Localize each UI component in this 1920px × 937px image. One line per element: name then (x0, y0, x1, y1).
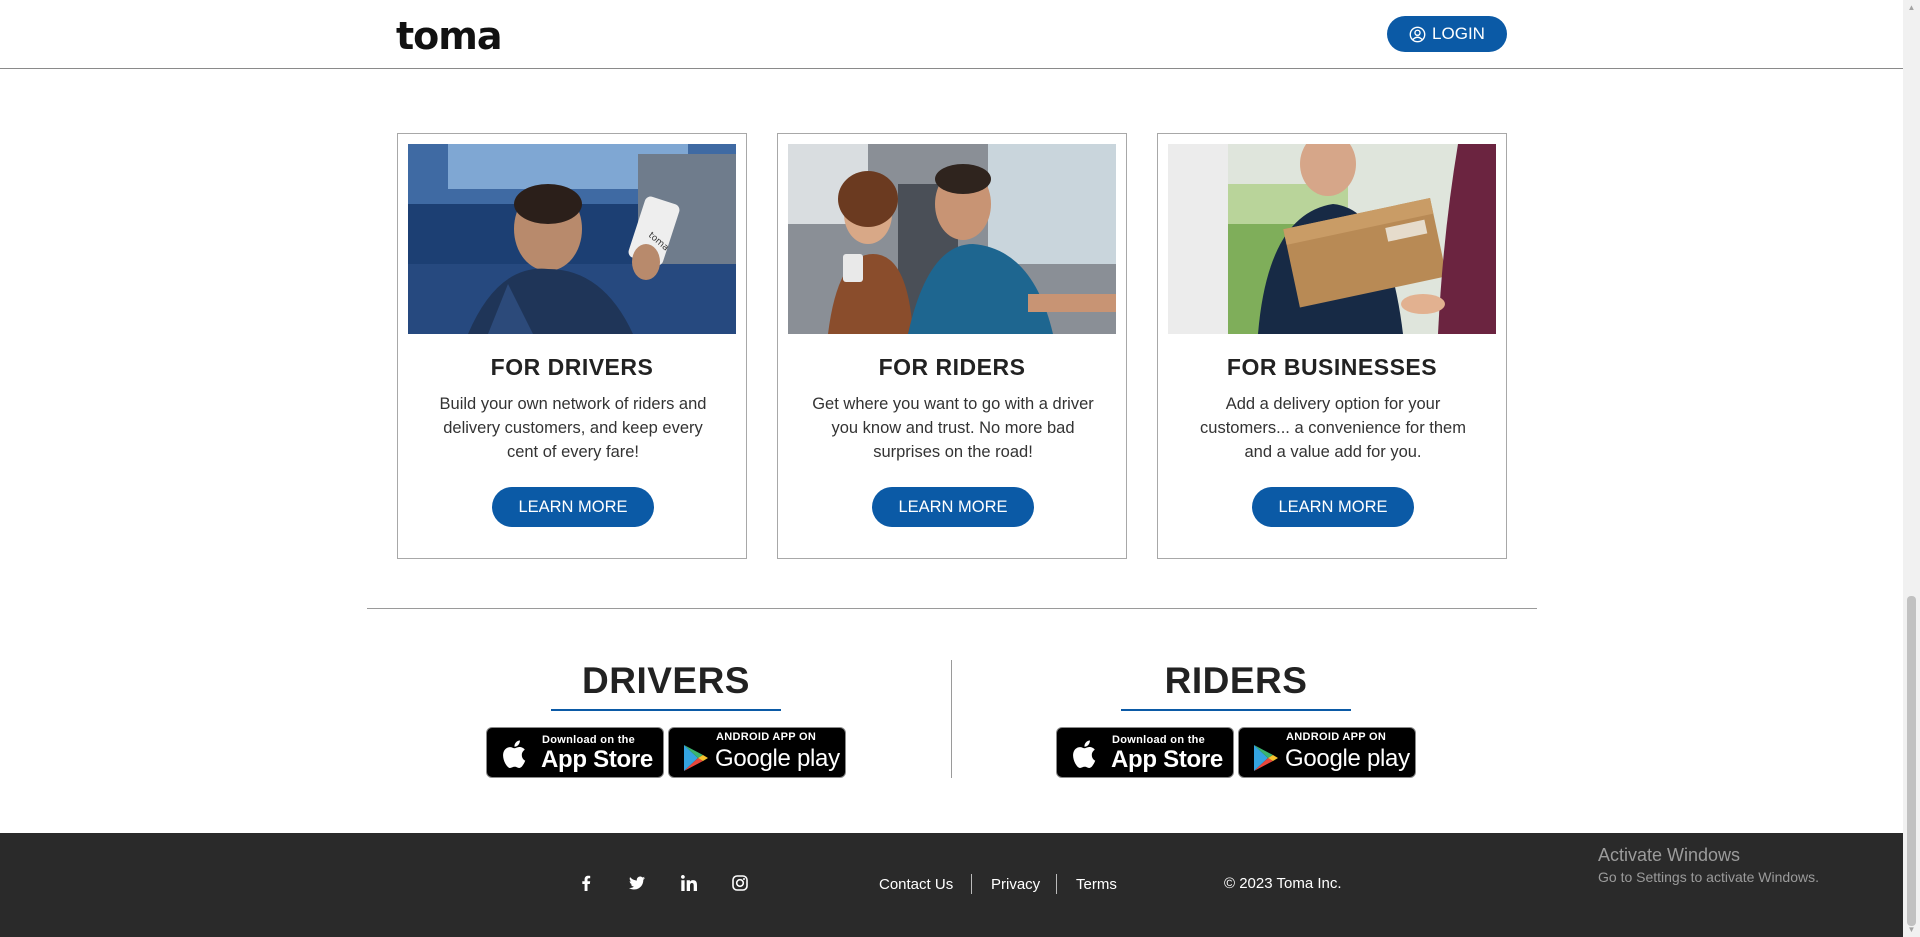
activate-windows-title: Activate Windows (1598, 845, 1741, 865)
footer-link-separator (971, 874, 972, 894)
twitter-icon[interactable] (626, 875, 648, 897)
google-play-small-text: ANDROID APP ON (716, 731, 817, 743)
app-store-small-text: Download on the (1112, 734, 1206, 746)
activate-windows-subtitle: Go to Settings to activate Windows. (1598, 869, 1819, 885)
downloads-vertical-divider (951, 660, 952, 778)
page: toma LOGIN toma FOR DRIVERS Build your o… (0, 0, 1920, 937)
drivers-google-play-badge[interactable]: ANDROID APP ON Google play (668, 727, 846, 778)
scroll-down-arrow-icon[interactable]: ▼ (1907, 925, 1916, 934)
google-play-icon (1254, 745, 1278, 771)
google-play-big-text: Google play (1285, 745, 1410, 772)
apple-icon (503, 740, 526, 768)
app-store-small-text: Download on the (542, 734, 636, 746)
google-play-icon (684, 745, 708, 771)
card-description: Build your own network of riders and del… (439, 395, 707, 461)
card-businesses: FOR BUSINESSES Add a delivery option for… (1157, 133, 1507, 559)
user-circle-icon (1409, 26, 1426, 42)
toma-logo[interactable]: toma (396, 14, 503, 58)
learn-more-drivers-button[interactable]: LEARN MORE (492, 487, 654, 527)
card-description: Get where you want to go with a driver y… (812, 395, 1094, 461)
site-header: toma LOGIN (0, 0, 1903, 69)
card-title: FOR DRIVERS (490, 354, 654, 380)
apple-icon (1073, 740, 1096, 768)
login-label: LOGIN (1432, 24, 1485, 43)
instagram-icon[interactable] (729, 875, 751, 897)
google-play-small-text: ANDROID APP ON (1286, 731, 1387, 743)
drivers-app-store-badge[interactable]: Download on the App Store (486, 727, 664, 778)
drivers-title-underline (551, 709, 781, 711)
login-button[interactable]: LOGIN (1387, 16, 1507, 52)
google-play-big-text: Google play (715, 745, 840, 772)
learn-more-riders-button[interactable]: LEARN MORE (872, 487, 1034, 527)
footer-link-separator (1056, 874, 1057, 894)
drivers-download-title: DRIVERS (582, 660, 750, 701)
card-title: FOR BUSINESSES (1226, 354, 1438, 380)
copyright-text: © 2023 Toma Inc. (1224, 875, 1342, 892)
riders-title-underline (1121, 709, 1351, 711)
windows-activation-watermark: Activate Windows Go to Settings to activ… (1598, 845, 1819, 885)
card-description: Add a delivery option for your customers… (1200, 395, 1466, 461)
drivers-photo: toma (408, 144, 736, 334)
riders-app-store-badge[interactable]: Download on the App Store (1056, 727, 1234, 778)
app-store-big-text: App Store (541, 746, 653, 773)
section-divider (367, 608, 1537, 609)
scroll-up-arrow-icon[interactable]: ▲ (1907, 3, 1916, 12)
footer-link-contact-us[interactable]: Contact Us (879, 876, 953, 893)
footer-link-terms[interactable]: Terms (1076, 876, 1117, 893)
linkedin-icon[interactable] (678, 875, 700, 897)
content-area: toma LOGIN toma FOR DRIVERS Build your o… (0, 0, 1903, 937)
facebook-icon[interactable] (575, 875, 597, 897)
riders-google-play-badge[interactable]: ANDROID APP ON Google play (1238, 727, 1416, 778)
card-riders: FOR RIDERS Get where you want to go with… (777, 133, 1127, 559)
card-title: FOR RIDERS (878, 354, 1026, 380)
scrollbar-thumb[interactable] (1907, 596, 1916, 926)
footer-link-privacy[interactable]: Privacy (991, 876, 1040, 893)
businesses-photo (1168, 144, 1496, 334)
vertical-scrollbar[interactable]: ▲ ▼ (1903, 0, 1920, 937)
riders-photo (788, 144, 1116, 334)
card-drivers: toma FOR DRIVERS Build your own network … (397, 133, 747, 559)
app-store-big-text: App Store (1111, 746, 1223, 773)
learn-more-businesses-button[interactable]: LEARN MORE (1252, 487, 1414, 527)
riders-download-title: RIDERS (1164, 660, 1308, 701)
